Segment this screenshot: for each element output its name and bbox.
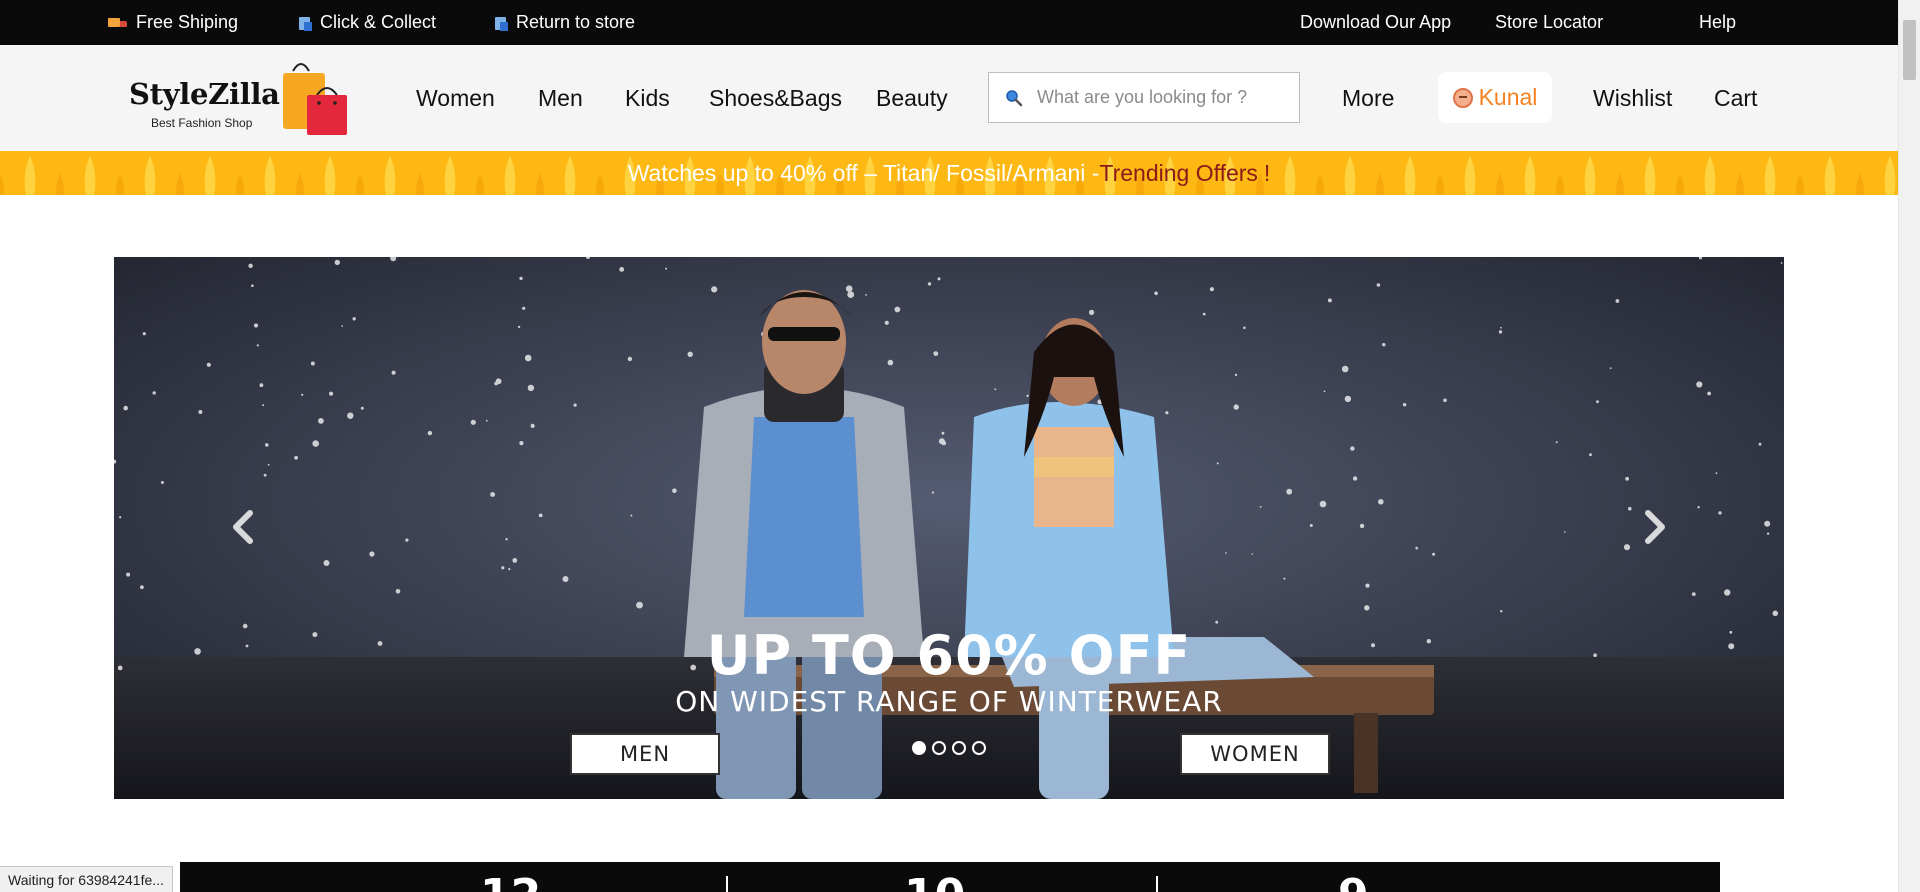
- search-input[interactable]: [1037, 87, 1287, 108]
- site-logo[interactable]: StyleZilla Best Fashion Shop: [127, 57, 362, 141]
- stat-divider: [1156, 876, 1158, 892]
- nav-kids[interactable]: Kids: [625, 45, 670, 151]
- nav-wishlist[interactable]: Wishlist: [1593, 45, 1672, 151]
- store-locator-link[interactable]: Store Locator: [1495, 0, 1603, 45]
- shopping-bags-icon: [283, 63, 347, 135]
- nav-women[interactable]: Women: [416, 45, 495, 151]
- search-box: [988, 72, 1300, 123]
- stat-number: 10: [904, 874, 965, 892]
- promo-strip[interactable]: Watches up to 40% off – Titan/ Fossil/Ar…: [0, 151, 1898, 195]
- carousel-dot[interactable]: [972, 741, 986, 755]
- help-link[interactable]: Help: [1699, 0, 1736, 45]
- hero-headline: UP TO 60% OFF: [706, 624, 1192, 687]
- carousel-dot[interactable]: [912, 741, 926, 755]
- user-account-button[interactable]: Kunal: [1438, 72, 1552, 123]
- click-collect-link[interactable]: Click & Collect: [298, 0, 436, 45]
- scrollbar-thumb[interactable]: [1903, 20, 1916, 80]
- user-name: Kunal: [1478, 84, 1538, 110]
- stats-banner: 12 10 9: [180, 862, 1720, 892]
- return-to-store-label: Return to store: [516, 12, 636, 32]
- stat-number: 12: [480, 874, 541, 892]
- nav-cart[interactable]: Cart: [1714, 45, 1757, 151]
- search-icon[interactable]: [1005, 89, 1023, 107]
- page-scrollbar[interactable]: [1898, 0, 1920, 892]
- hero-subheadline: ON WIDEST RANGE OF WINTERWEAR: [675, 685, 1223, 718]
- top-utility-bar: Free Shiping Click & Collect Return to s…: [0, 0, 1898, 45]
- promo-text: Watches up to 40% off – Titan/ Fossil/Ar…: [627, 159, 1100, 186]
- download-app-link[interactable]: Download Our App: [1300, 0, 1451, 45]
- carousel-prev-button[interactable]: [224, 507, 264, 547]
- logo-tagline: Best Fashion Shop: [151, 116, 253, 130]
- carousel-dot[interactable]: [952, 741, 966, 755]
- hero-carousel: UP TO 60% OFF ON WIDEST RANGE OF WINTERW…: [114, 257, 1784, 799]
- nav-men[interactable]: Men: [538, 45, 583, 151]
- promo-suffix: !: [1263, 159, 1271, 186]
- free-shipping-label: Free Shiping: [136, 12, 239, 32]
- stat-divider: [726, 876, 728, 892]
- stat-number: 9: [1338, 874, 1369, 892]
- shopping-bag-icon: [494, 15, 508, 31]
- main-header: StyleZilla Best Fashion Shop Women Men K…: [0, 45, 1898, 151]
- browser-status-bar: Waiting for 63984241fe...: [0, 866, 173, 892]
- nav-beauty[interactable]: Beauty: [876, 45, 948, 151]
- nav-more[interactable]: More: [1342, 45, 1394, 151]
- logo-name: StyleZilla: [129, 77, 280, 111]
- carousel-dot[interactable]: [932, 741, 946, 755]
- avatar-icon: [1452, 87, 1473, 108]
- click-collect-label: Click & Collect: [320, 12, 437, 32]
- shopping-bag-icon: [298, 15, 312, 31]
- nav-shoes-bags[interactable]: Shoes&Bags: [709, 45, 842, 151]
- carousel-indicators: [912, 741, 986, 755]
- shop-women-button[interactable]: WOMEN: [1180, 733, 1330, 775]
- carousel-next-button[interactable]: [1634, 507, 1674, 547]
- truck-icon: [108, 16, 128, 30]
- shop-men-button[interactable]: MEN: [570, 733, 720, 775]
- trending-offers-link[interactable]: Trending Offers: [1099, 160, 1258, 187]
- free-shipping-link[interactable]: Free Shiping: [108, 0, 238, 45]
- return-to-store-link[interactable]: Return to store: [494, 0, 635, 45]
